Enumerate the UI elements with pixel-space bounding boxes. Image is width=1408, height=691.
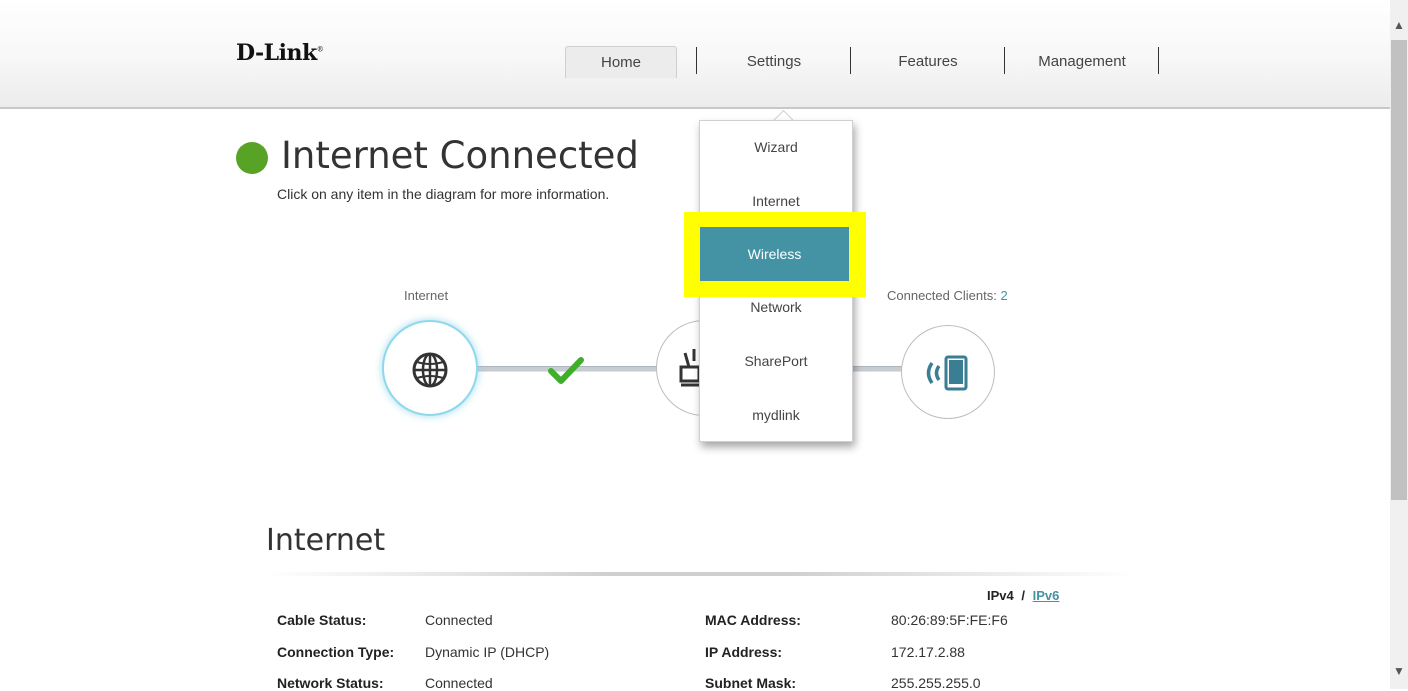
- menu-item-mydlink[interactable]: mydlink: [700, 407, 852, 423]
- nav-divider: [1158, 47, 1159, 74]
- page-title: Internet Connected: [281, 134, 639, 177]
- connection-type-label: Connection Type:: [277, 644, 395, 660]
- check-icon: [548, 357, 584, 384]
- menu-item-network[interactable]: Network: [700, 299, 852, 315]
- mobile-device-icon: [926, 355, 968, 391]
- scrollbar-thumb[interactable]: [1391, 40, 1407, 500]
- status-indicator-dot: [236, 142, 268, 174]
- clients-node[interactable]: [901, 325, 995, 419]
- connection-type-value: Dynamic IP (DHCP): [425, 644, 550, 660]
- menu-item-shareport[interactable]: SharePort: [700, 353, 852, 369]
- nav-home-tab[interactable]: Home: [565, 46, 677, 78]
- clients-count: 2: [1000, 288, 1008, 303]
- mac-address-label: MAC Address:: [705, 612, 801, 628]
- page-subtitle: Click on any item in the diagram for mor…: [277, 186, 610, 202]
- internet-section-title: Internet: [266, 523, 386, 558]
- cable-status-label: Cable Status:: [277, 612, 367, 628]
- nav-divider: [696, 47, 697, 74]
- nav-divider: [850, 47, 851, 74]
- ip-address-value: 172.17.2.88: [891, 644, 965, 660]
- mac-address-value: 80:26:89:5F:FE:F6: [891, 612, 1008, 628]
- nav-management-tab[interactable]: Management: [1008, 46, 1156, 78]
- ip-separator: /: [1021, 588, 1025, 603]
- connection-line-clients: [850, 366, 905, 372]
- globe-icon: [412, 352, 448, 388]
- clients-label-text: Connected Clients:: [887, 288, 997, 303]
- ipv4-tab[interactable]: IPv4: [987, 588, 1014, 603]
- ip-version-toggle: IPv4 / IPv6: [987, 588, 1059, 603]
- dlink-logo: D-Link®: [236, 40, 324, 66]
- logo-text: D-Link: [236, 40, 317, 66]
- menu-item-wireless[interactable]: Wireless: [700, 227, 849, 281]
- internet-node-label: Internet: [404, 288, 449, 303]
- registered-mark: ®: [316, 45, 324, 54]
- menu-item-wizard[interactable]: Wizard: [700, 139, 852, 155]
- cable-status-value: Connected: [425, 612, 493, 628]
- nav-divider: [1004, 47, 1005, 74]
- ip-address-label: IP Address:: [705, 644, 783, 660]
- clients-node-label: Connected Clients: 2: [887, 288, 1008, 303]
- top-nav-bar: D-Link® Home Settings Features Managemen…: [0, 0, 1390, 109]
- ipv6-link[interactable]: IPv6: [1033, 588, 1060, 603]
- nav-settings-tab[interactable]: Settings: [700, 46, 848, 78]
- menu-item-internet[interactable]: Internet: [700, 193, 852, 209]
- scroll-down-arrow[interactable]: ▼: [1390, 664, 1408, 678]
- section-divider: [266, 572, 1136, 576]
- nav-features-tab[interactable]: Features: [852, 46, 1004, 78]
- internet-node[interactable]: [382, 320, 478, 416]
- scroll-up-arrow[interactable]: ▲: [1390, 18, 1408, 32]
